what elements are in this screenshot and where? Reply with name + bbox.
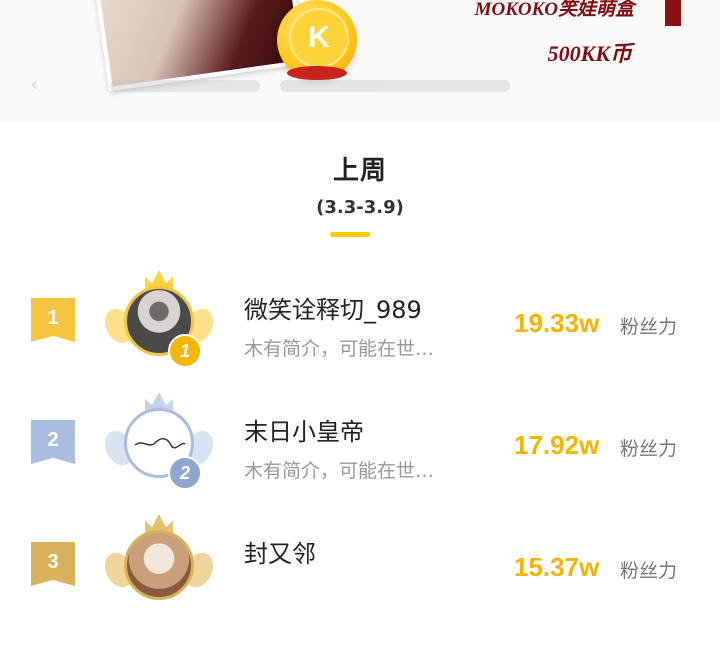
week-tab-indicator — [330, 232, 370, 237]
user-name[interactable]: 封又邻 — [244, 534, 316, 569]
promo-price: 500KK币 — [547, 41, 632, 66]
fans-unit: 粉丝力 — [620, 316, 678, 338]
avatar-frame-silver: 2 — [99, 390, 219, 500]
medal-icon: 1 — [168, 334, 202, 368]
user-name[interactable]: 微笑诠释切_989 — [244, 290, 422, 325]
rank-badge: 3 — [31, 542, 75, 586]
week-header: 上周 (3.3-3.9) — [0, 150, 720, 218]
blurred-nav-row: ‹ — [30, 70, 550, 98]
week-title: 上周 — [332, 156, 387, 186]
user-bio: 木有简介，可能在世… — [244, 338, 435, 360]
medal-icon: 2 — [168, 456, 202, 490]
rank-badge: 2 — [31, 420, 75, 464]
fans-value: 15.37w — [514, 552, 600, 582]
fans-unit: 粉丝力 — [620, 560, 678, 582]
avatar-frame-gold: 1 — [99, 268, 219, 378]
promo-banner[interactable]: K MOKOKO笑娃萌盒 500KK币 ‹ — [0, 0, 720, 122]
rank-badge: 1 — [31, 298, 75, 342]
user-name[interactable]: 末日小皇帝 — [244, 412, 364, 447]
coin-letter: K — [289, 8, 349, 68]
user-bio: 木有简介，可能在世… — [244, 460, 435, 482]
promo-title: MOKOKO笑娃萌盒 — [474, 0, 634, 20]
fans-value: 17.92w — [514, 430, 600, 460]
back-arrow-icon[interactable]: ‹ — [30, 72, 39, 97]
week-range: (3.3-3.9) — [316, 197, 404, 218]
ranking-row[interactable]: 3 封又邻 15.37w 粉丝力 — [0, 514, 720, 662]
banner-accent-bar — [665, 0, 681, 26]
fans-value: 19.33w — [514, 308, 600, 338]
fans-unit: 粉丝力 — [620, 438, 678, 460]
avatar-frame-bronze — [99, 512, 219, 622]
avatar[interactable] — [124, 530, 194, 600]
